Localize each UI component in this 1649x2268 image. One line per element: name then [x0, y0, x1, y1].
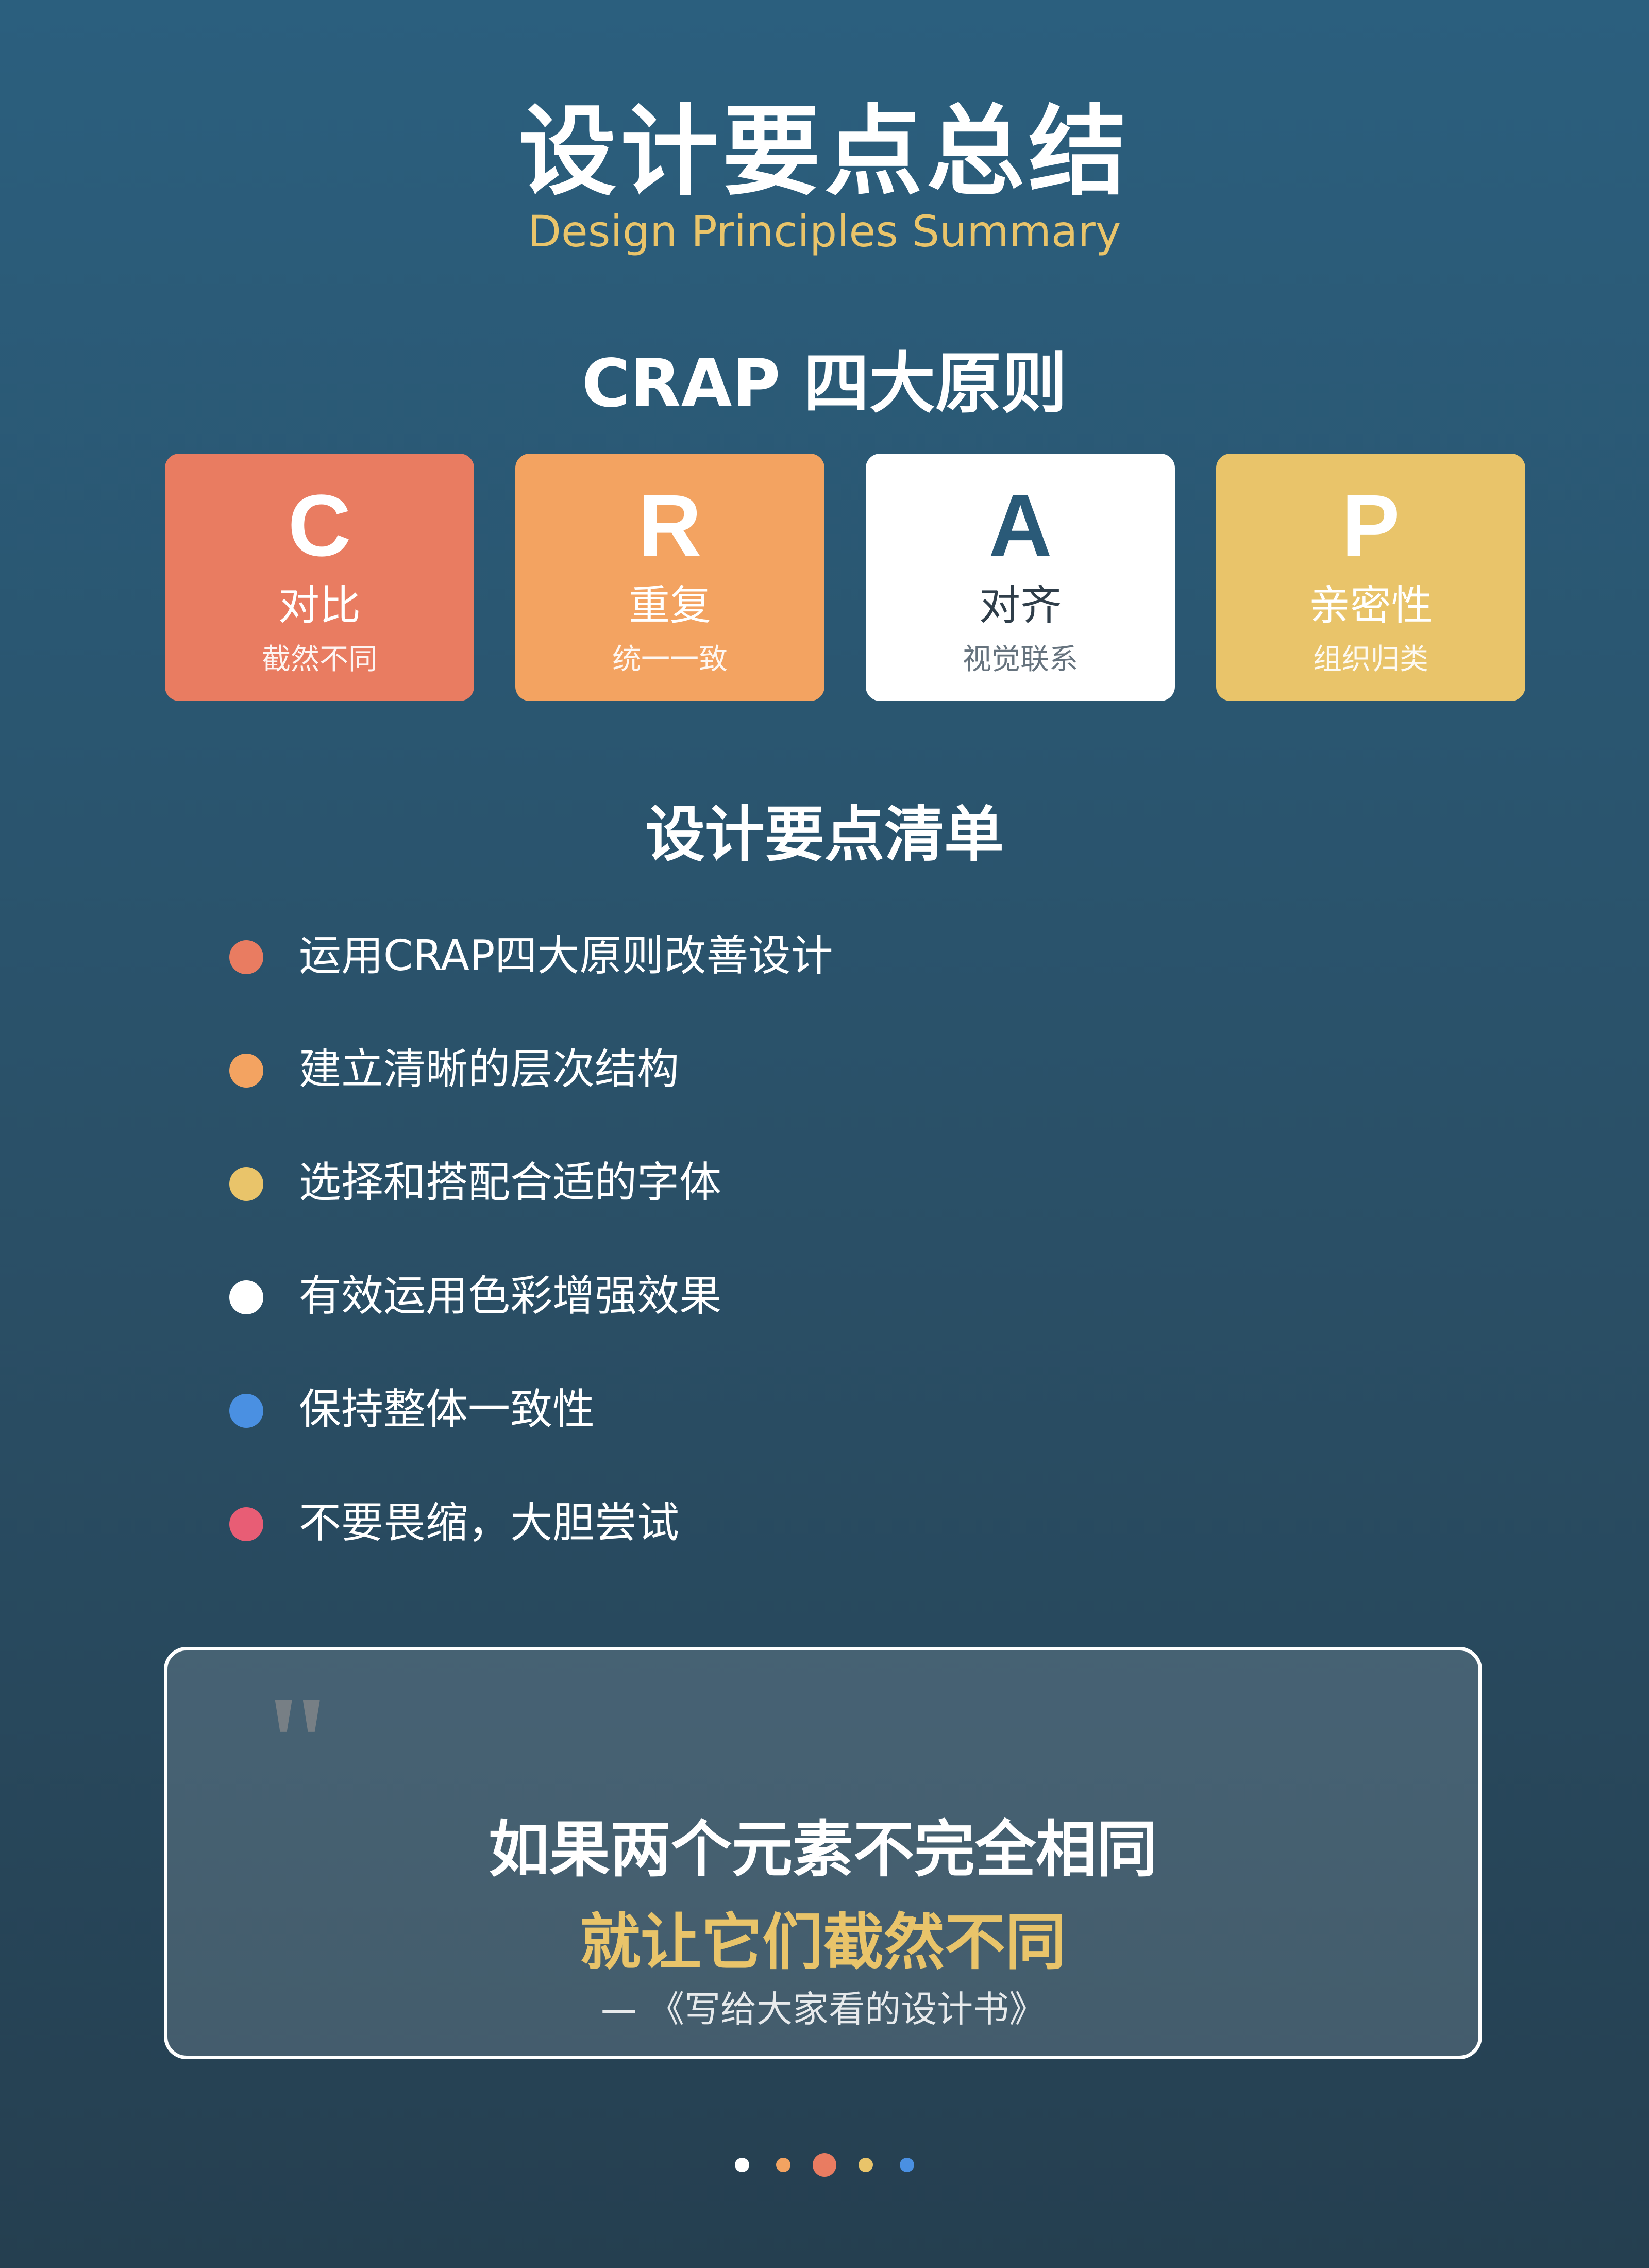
page-title: 设计要点总结 — [518, 95, 1131, 209]
page-dot[interactable] — [776, 2158, 790, 2172]
list-item: 建立清晰的层次结构 — [229, 1036, 1415, 1149]
list-item-text: 建立清晰的层次结构 — [299, 1045, 680, 1094]
card-name: 亲密性 — [1309, 581, 1433, 629]
quote-mark-icon: " — [260, 1669, 335, 1817]
checklist: 运用CRAP四大原则改善设计 建立清晰的层次结构 选择和搭配合适的字体 有效运用… — [229, 923, 1415, 1603]
page-dot[interactable] — [813, 2153, 836, 2177]
card-contrast: C 对比 截然不同 — [165, 454, 474, 701]
card-letter: C — [288, 477, 351, 575]
list-item-text: 选择和搭配合适的字体 — [299, 1158, 722, 1207]
list-item: 运用CRAP四大原则改善设计 — [229, 923, 1415, 1036]
bullet-dot-icon — [229, 1167, 263, 1201]
card-name: 对比 — [278, 581, 361, 629]
slide-page: 设计要点总结 Design Principles Summary CRAP 四大… — [0, 0, 1649, 2268]
page-dot[interactable] — [900, 2158, 914, 2172]
bullet-dot-icon — [229, 1280, 263, 1314]
quote-line-primary: 如果两个元素不完全相同 — [488, 1814, 1157, 1885]
card-name: 对齐 — [979, 581, 1062, 629]
list-item: 有效运用色彩增强效果 — [229, 1263, 1415, 1376]
card-desc: 截然不同 — [262, 643, 377, 676]
list-item-text: 不要畏缩，大胆尝试 — [299, 1498, 680, 1547]
page-indicator — [0, 2139, 1649, 2191]
page-dot[interactable] — [735, 2158, 749, 2172]
list-item: 选择和搭配合适的字体 — [229, 1149, 1415, 1263]
list-item-text: 保持整体一致性 — [299, 1385, 595, 1434]
card-letter: R — [638, 477, 702, 575]
list-item-text: 有效运用色彩增强效果 — [299, 1272, 722, 1321]
quote-line-highlight: 就让它们截然不同 — [579, 1907, 1066, 1978]
quote-card: " 如果两个元素不完全相同 就让它们截然不同 — 《写给大家看的设计书》 — [164, 1647, 1482, 2059]
list-item: 保持整体一致性 — [229, 1376, 1415, 1490]
card-proximity: P 亲密性 组织归类 — [1216, 454, 1525, 701]
card-letter: A — [988, 477, 1052, 575]
card-desc: 组织归类 — [1313, 643, 1428, 676]
list-item: 不要畏缩，大胆尝试 — [229, 1490, 1415, 1603]
page-dot[interactable] — [859, 2158, 873, 2172]
quote-source: — 《写给大家看的设计书》 — [600, 1988, 1046, 2030]
bullet-dot-icon — [229, 940, 263, 974]
crap-cards: C 对比 截然不同 R 重复 统一一致 A 对齐 视觉联系 P 亲密性 组织归类 — [165, 454, 1525, 701]
bullet-dot-icon — [229, 1507, 263, 1541]
checklist-heading: 设计要点清单 — [645, 800, 1004, 870]
page-subtitle: Design Principles Summary — [528, 206, 1121, 257]
crap-heading: CRAP 四大原则 — [582, 345, 1067, 422]
card-repetition: R 重复 统一一致 — [515, 454, 824, 701]
card-alignment: A 对齐 视觉联系 — [866, 454, 1175, 701]
list-item-text: 运用CRAP四大原则改善设计 — [299, 931, 833, 980]
bullet-dot-icon — [229, 1054, 263, 1088]
card-desc: 视觉联系 — [963, 643, 1078, 676]
card-desc: 统一一致 — [612, 643, 728, 676]
card-name: 重复 — [629, 581, 711, 629]
card-letter: P — [1341, 477, 1400, 575]
bullet-dot-icon — [229, 1394, 263, 1428]
